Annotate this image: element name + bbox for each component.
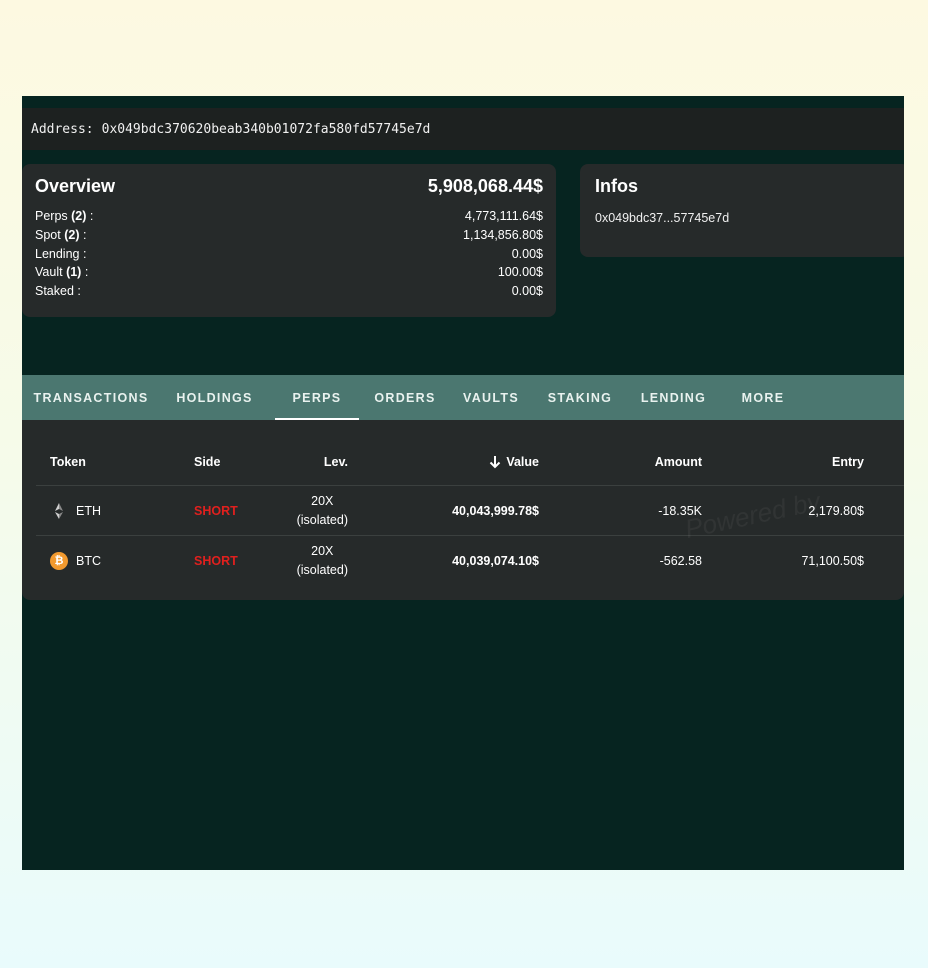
header-side[interactable]: Side xyxy=(194,438,220,485)
overview-total: 5,908,068.44$ xyxy=(427,176,543,196)
overview-title: Overview xyxy=(35,176,116,196)
overview-row-value: 0.00$ xyxy=(511,246,543,261)
cell-value: 40,043,999.78$ xyxy=(452,503,539,518)
table-row[interactable]: ₿ BTC SHORT 20X (isolated) 40,039,074.10$ -562… xyxy=(36,536,904,586)
app-window: Address: 0x049bdc370620beab340b01072fa58… xyxy=(22,96,904,870)
tab-vaults[interactable]: VAULTS xyxy=(451,375,531,420)
header-lev[interactable]: Lev. xyxy=(244,438,348,485)
address-bar: Address: 0x049bdc370620beab340b01072fa58… xyxy=(22,108,904,150)
tab-holdings[interactable]: HOLDINGS xyxy=(160,375,269,420)
infos-title: Infos xyxy=(595,176,638,196)
overview-row-value: 4,773,111.64$ xyxy=(464,209,543,223)
address-value[interactable]: 0x049bdc370620beab340b01072fa580fd57745e… xyxy=(102,122,431,137)
overview-row-label: Staked : xyxy=(35,284,81,299)
tab-staking[interactable]: STAKING xyxy=(531,375,629,420)
cell-amount: -18.35K xyxy=(658,503,702,518)
overview-row: Vault (1) : 100.00$ xyxy=(35,263,543,282)
address-label: Address: xyxy=(31,121,94,137)
overview-row-value: 1,134,856.80$ xyxy=(463,227,543,242)
overview-card: Overview 5,908,068.44$ Perps (2) : 4,773,… xyxy=(22,164,556,317)
overview-row-label: Vault (1) : xyxy=(35,265,89,280)
overview-row: Staked : 0.00$ xyxy=(35,282,543,301)
overview-row: Lending : 0.00$ xyxy=(35,245,543,264)
header-token[interactable]: Token xyxy=(50,438,86,485)
cell-token: ETH xyxy=(50,486,101,535)
cell-value: 40,039,074.10$ xyxy=(452,554,539,568)
overview-row-label: Spot (2) : xyxy=(35,227,87,242)
overview-row-label: Lending : xyxy=(35,246,87,261)
tab-transactions[interactable]: TRANSACTIONS xyxy=(22,375,160,420)
header-value[interactable]: Value xyxy=(376,438,539,485)
tab-bar: TRANSACTIONS HOLDINGS PERPS ORDERS VAULTS STA… xyxy=(22,375,904,420)
infos-short-address[interactable]: 0x049bdc37...57745e7d xyxy=(595,211,895,225)
cell-side: SHORT xyxy=(194,503,238,518)
cell-entry: 71,100.50$ xyxy=(801,554,864,568)
header-amount[interactable]: Amount xyxy=(556,438,702,485)
btc-icon: ₿ xyxy=(50,552,68,570)
header-value-label: Value xyxy=(506,454,539,469)
cell-lev: 20X (isolated) xyxy=(296,493,348,527)
cell-amount: -562.58 xyxy=(659,554,702,568)
cell-lev: 20X (isolated) xyxy=(296,544,348,577)
overview-row-label: Perps (2) : xyxy=(35,209,94,223)
header-entry[interactable]: Entry xyxy=(726,438,864,485)
tab-lending[interactable]: LENDING xyxy=(629,375,718,420)
overview-row-value: 0.00$ xyxy=(511,284,543,299)
tab-perps[interactable]: PERPS xyxy=(275,375,359,420)
overview-row: Spot (2) : 1,134,856.80$ xyxy=(35,226,543,245)
infos-card: Infos 0x049bdc37...57745e7d xyxy=(580,164,904,257)
tab-orders[interactable]: ORDERS xyxy=(359,375,451,420)
cell-token: ₿ BTC xyxy=(50,536,101,586)
table-header-row: Token Side Lev. Value Amount Entry xyxy=(36,438,904,486)
cell-side: SHORT xyxy=(194,554,238,568)
overview-rows: Perps (2) : 4,773,111.64$ Spot (2) : 1,134,… xyxy=(35,207,543,301)
tab-more[interactable]: MORE xyxy=(718,375,808,420)
eth-icon xyxy=(50,502,68,520)
overview-row-value: 100.00$ xyxy=(497,265,543,280)
arrow-down-icon xyxy=(488,455,502,469)
overview-row: Perps (2) : 4,773,111.64$ xyxy=(35,207,543,226)
